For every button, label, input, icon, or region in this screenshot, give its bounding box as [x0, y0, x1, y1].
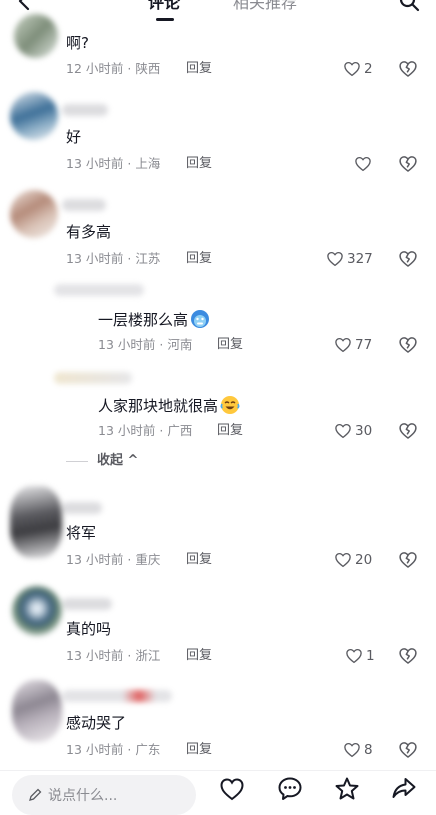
comment-time: 13 小时前 · 江苏 — [66, 251, 161, 266]
back-icon[interactable] — [14, 0, 36, 12]
reply-button[interactable]: 回复 — [217, 423, 243, 439]
blurred-username — [54, 284, 144, 296]
comment-time: 13 小时前 · 河南 — [98, 337, 193, 352]
avatar[interactable] — [10, 486, 62, 558]
blurred-username — [62, 104, 108, 116]
like-button[interactable] — [354, 154, 375, 174]
blurred-username — [62, 690, 172, 702]
comment-text: 真的吗 — [66, 620, 112, 638]
reply-button[interactable]: 回复 — [186, 156, 212, 172]
comment-text: 感动哭了 — [66, 714, 127, 732]
blurred-username — [62, 502, 102, 514]
dislike-icon[interactable] — [398, 550, 418, 570]
dislike-icon[interactable] — [398, 421, 418, 441]
heart-icon — [344, 61, 360, 77]
collapse-replies-button[interactable]: 收起 ^ — [97, 452, 138, 470]
comment-text: 好 — [66, 128, 82, 146]
dislike-icon[interactable] — [398, 740, 418, 760]
heart-icon — [344, 742, 360, 758]
heart-icon — [335, 552, 351, 568]
blurred-username — [54, 372, 132, 384]
like-button[interactable]: 30 — [334, 421, 372, 441]
like-count: 1 — [366, 648, 375, 664]
reply-button[interactable]: 回复 — [186, 552, 212, 568]
like-count: 327 — [347, 251, 373, 267]
avatar[interactable] — [10, 190, 58, 238]
active-tab-indicator — [156, 18, 174, 21]
comment-time: 13 小时前 · 浙江 — [66, 648, 161, 663]
comment-time: 13 小时前 · 广西 — [98, 423, 193, 438]
comment-text: 将军 — [66, 524, 97, 542]
heart-icon[interactable] — [219, 776, 245, 802]
like-button[interactable]: 327 — [326, 249, 373, 269]
comment-text: 有多高 — [66, 223, 112, 241]
dislike-icon[interactable] — [398, 154, 418, 174]
heart-icon — [346, 648, 362, 664]
avatar[interactable] — [12, 680, 62, 742]
reply-button[interactable]: 回复 — [186, 648, 212, 664]
collapse-divider — [66, 461, 88, 462]
dislike-icon[interactable] — [398, 249, 418, 269]
comment-time: 12 小时前 · 陕西 — [66, 61, 161, 76]
comment-text: 啊? — [66, 34, 89, 52]
star-icon[interactable] — [334, 776, 360, 802]
comment-input-placeholder: 说点什么... — [48, 788, 118, 804]
reply-button[interactable]: 回复 — [186, 61, 212, 77]
laughing-crying-emoji-icon — [220, 396, 240, 414]
like-count: 30 — [355, 423, 373, 439]
comment-input[interactable]: 说点什么... — [12, 775, 196, 815]
reply-button[interactable]: 回复 — [186, 742, 212, 758]
heart-icon — [327, 251, 343, 267]
avatar[interactable] — [12, 586, 62, 636]
dislike-icon[interactable] — [398, 59, 418, 79]
like-button[interactable]: 20 — [334, 550, 372, 570]
cold-face-emoji-icon — [191, 310, 210, 328]
comment-time: 13 小时前 · 重庆 — [66, 552, 161, 567]
comment-time: 13 小时前 · 上海 — [66, 156, 161, 171]
like-button[interactable]: 1 — [345, 646, 375, 666]
reply-button[interactable]: 回复 — [186, 251, 212, 267]
tab-comments[interactable]: 评论 — [148, 0, 180, 13]
reply-button[interactable]: 回复 — [217, 337, 243, 353]
comment-text: 一层楼那么高 — [98, 309, 210, 330]
like-count: 20 — [355, 552, 373, 568]
like-count: 77 — [355, 337, 373, 353]
share-icon[interactable] — [391, 776, 417, 802]
heart-icon — [355, 156, 371, 172]
like-count: 8 — [364, 742, 373, 758]
blurred-username — [62, 199, 106, 211]
blurred-username — [62, 598, 112, 610]
dislike-icon[interactable] — [398, 335, 418, 355]
avatar[interactable] — [14, 14, 58, 58]
avatar[interactable] — [10, 92, 58, 140]
dislike-icon[interactable] — [398, 646, 418, 666]
heart-icon — [335, 337, 351, 353]
comment-text: 人家那块地就很高 — [98, 395, 240, 416]
tab-related[interactable]: 相关推荐 — [233, 0, 297, 13]
like-count: 2 — [364, 61, 373, 77]
like-button[interactable]: 2 — [343, 59, 373, 79]
like-button[interactable]: 77 — [334, 335, 372, 355]
top-bar: 评论 相关推荐 — [0, 0, 436, 22]
heart-icon — [335, 423, 351, 439]
search-icon[interactable] — [398, 0, 420, 12]
comment-time: 13 小时前 · 广东 — [66, 742, 161, 757]
like-button[interactable]: 8 — [343, 740, 373, 760]
comment-icon[interactable] — [277, 776, 303, 802]
